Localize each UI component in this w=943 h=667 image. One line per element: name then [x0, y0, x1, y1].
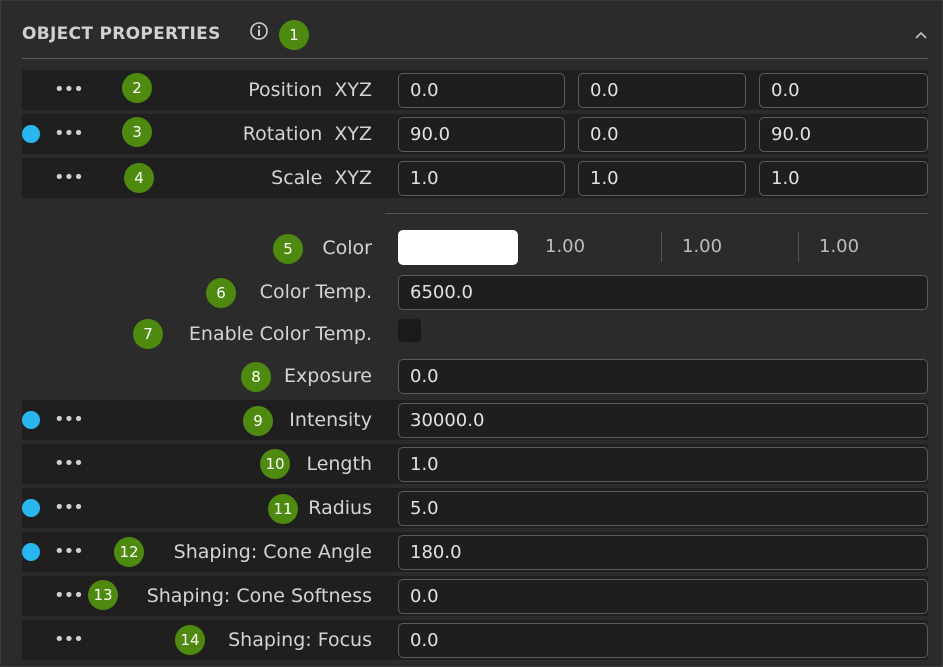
- cone-softness-label: Shaping: Cone Softness: [146, 585, 372, 607]
- rotation-label: Rotation XYZ: [242, 123, 372, 145]
- callout-badge: 11: [268, 494, 298, 524]
- callout-badge: 2: [122, 73, 152, 103]
- more-options-icon[interactable]: •••: [54, 620, 84, 660]
- rotation-x-field[interactable]: 90.0: [398, 117, 565, 152]
- modified-indicator[interactable]: [22, 499, 40, 517]
- color-temp-label: Color Temp.: [259, 281, 372, 303]
- radius-field[interactable]: 5.0: [398, 491, 928, 526]
- radius-label: Radius: [308, 497, 372, 519]
- modified-indicator[interactable]: [22, 125, 40, 143]
- panel-header[interactable]: OBJECT PROPERTIES: [1, 1, 943, 61]
- header-divider: [22, 58, 928, 59]
- more-options-icon[interactable]: •••: [54, 70, 84, 110]
- color-g-value[interactable]: 1.00: [682, 236, 722, 257]
- callout-badge: 14: [175, 625, 205, 655]
- length-label: Length: [306, 453, 372, 475]
- position-y-field[interactable]: 0.0: [578, 73, 746, 108]
- color-temp-row: Color Temp. 6500.0: [22, 272, 928, 312]
- callout-badge: 1: [279, 20, 309, 50]
- position-z-field[interactable]: 0.0: [759, 73, 928, 108]
- position-label: Position XYZ: [248, 79, 372, 101]
- callout-badge: 9: [243, 406, 273, 436]
- callout-badge: 12: [114, 537, 144, 567]
- callout-badge: 4: [124, 163, 154, 193]
- rotation-y-field[interactable]: 0.0: [578, 117, 746, 152]
- enable-color-temp-checkbox[interactable]: [398, 319, 421, 342]
- enable-color-temp-label: Enable Color Temp.: [188, 323, 372, 345]
- scale-x-field[interactable]: 1.0: [398, 161, 565, 196]
- color-r-value[interactable]: 1.00: [545, 236, 585, 257]
- color-divider: [661, 232, 662, 262]
- callout-badge: 13: [88, 580, 118, 610]
- chevron-up-icon[interactable]: [913, 28, 929, 42]
- cone-angle-field[interactable]: 180.0: [398, 535, 928, 570]
- rotation-z-field[interactable]: 90.0: [759, 117, 928, 152]
- color-label: Color: [322, 237, 372, 259]
- rotation-row: ••• Rotation XYZ 90.0 0.0 90.0: [22, 114, 928, 154]
- callout-badge: 8: [241, 362, 271, 392]
- info-icon[interactable]: [249, 21, 269, 41]
- scale-y-field[interactable]: 1.0: [578, 161, 746, 196]
- more-options-icon[interactable]: •••: [54, 532, 84, 572]
- callout-badge: 5: [273, 234, 303, 264]
- modified-indicator[interactable]: [22, 411, 40, 429]
- cone-angle-label: Shaping: Cone Angle: [173, 541, 372, 563]
- color-divider: [798, 232, 799, 262]
- object-properties-panel: OBJECT PROPERTIES ••• Position XYZ 0.0 0…: [0, 0, 943, 667]
- scale-row: ••• Scale XYZ 1.0 1.0 1.0: [22, 158, 928, 198]
- focus-row: ••• Shaping: Focus 0.0: [22, 620, 928, 660]
- cone-softness-field[interactable]: 0.0: [398, 579, 928, 614]
- exposure-field[interactable]: 0.0: [398, 359, 928, 394]
- intensity-row: ••• Intensity 30000.0: [22, 400, 928, 440]
- cone-angle-row: ••• Shaping: Cone Angle 180.0: [22, 532, 928, 572]
- radius-row: ••• Radius 5.0: [22, 488, 928, 528]
- focus-field[interactable]: 0.0: [398, 623, 928, 658]
- callout-badge: 7: [133, 319, 163, 349]
- section-divider: [385, 213, 928, 214]
- cone-softness-row: ••• Shaping: Cone Softness 0.0: [22, 576, 928, 616]
- exposure-label: Exposure: [284, 365, 372, 387]
- more-options-icon[interactable]: •••: [54, 444, 84, 484]
- intensity-field[interactable]: 30000.0: [398, 403, 928, 438]
- modified-indicator[interactable]: [22, 543, 40, 561]
- intensity-label: Intensity: [289, 409, 372, 431]
- exposure-row: Exposure 0.0: [22, 356, 928, 396]
- scale-z-field[interactable]: 1.0: [759, 161, 928, 196]
- position-x-field[interactable]: 0.0: [398, 73, 565, 108]
- color-temp-field[interactable]: 6500.0: [398, 275, 928, 310]
- color-swatch[interactable]: [398, 230, 518, 265]
- scale-label: Scale XYZ: [271, 167, 372, 189]
- panel-title: OBJECT PROPERTIES: [22, 24, 221, 44]
- color-b-value[interactable]: 1.00: [819, 236, 859, 257]
- position-row: ••• Position XYZ 0.0 0.0 0.0: [22, 70, 928, 110]
- callout-badge: 6: [206, 278, 236, 308]
- more-options-icon[interactable]: •••: [54, 158, 84, 198]
- callout-badge: 3: [122, 117, 152, 147]
- more-options-icon[interactable]: •••: [54, 114, 84, 154]
- callout-badge: 10: [260, 449, 290, 479]
- more-options-icon[interactable]: •••: [54, 400, 84, 440]
- more-options-icon[interactable]: •••: [54, 488, 84, 528]
- focus-label: Shaping: Focus: [228, 629, 372, 651]
- length-field[interactable]: 1.0: [398, 447, 928, 482]
- more-options-icon[interactable]: •••: [54, 576, 84, 616]
- length-row: ••• Length 1.0: [22, 444, 928, 484]
